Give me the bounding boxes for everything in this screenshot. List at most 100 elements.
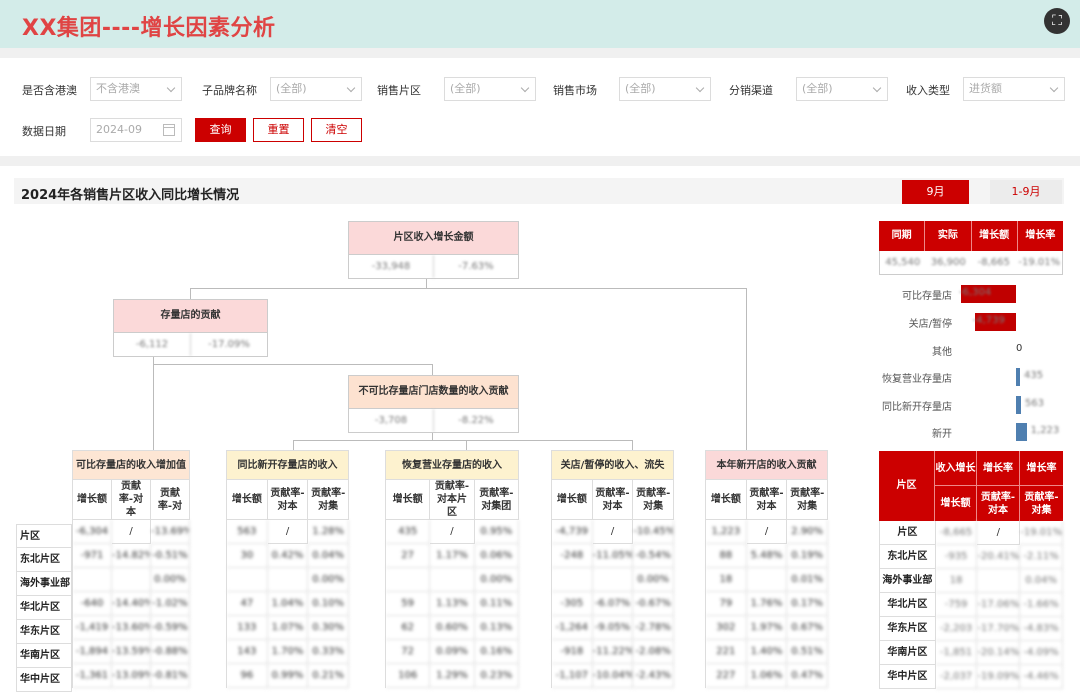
table-cell: -10.04%: [592, 664, 634, 688]
table-cell: -20.41%: [977, 545, 1021, 569]
table-row[interactable]: 563/1.28%: [226, 520, 350, 544]
sub-brand-select[interactable]: (全部): [270, 77, 362, 101]
table-cell: 96: [227, 664, 268, 688]
table-cell: 东北片区: [880, 545, 936, 569]
table-row[interactable]: 47 1.04% 0.10%: [226, 592, 350, 616]
table-cell: -0.67%: [633, 592, 675, 616]
table-row[interactable]: 106 1.29% 0.23%: [385, 664, 519, 688]
table-row[interactable]: 1,223/2.90%: [705, 520, 829, 544]
channel-select[interactable]: (全部): [796, 77, 888, 101]
table-row[interactable]: -918 -11.22% -2.08%: [551, 640, 675, 664]
summary-header: 增长额: [972, 221, 1018, 251]
table-row[interactable]: 62 0.60% 0.13%: [385, 616, 519, 640]
table-row[interactable]: -6,304/-13.69%: [72, 520, 190, 544]
table-row[interactable]: -640 -14.40% -1.02%: [72, 592, 190, 616]
table-row[interactable]: 435/0.95%: [385, 520, 519, 544]
node-noncomp-amount: -3,708: [374, 415, 408, 426]
table-cell: [73, 568, 112, 592]
connector-line: [153, 364, 433, 365]
table-row[interactable]: 59 1.13% 0.11%: [385, 592, 519, 616]
table-cell: /: [430, 520, 475, 544]
table-row[interactable]: -1,107 -10.04% -2.43%: [551, 664, 675, 688]
table-row[interactable]: -4,739/-10.45%: [551, 520, 675, 544]
table-cell: /: [746, 520, 788, 544]
table-row[interactable]: 221 1.40% 0.51%: [705, 640, 829, 664]
table-row[interactable]: 东北片区 -935 -20.41% -2.11%: [879, 545, 1063, 569]
table-row[interactable]: 0.00%: [551, 568, 675, 592]
sub-brand-label: 子品牌名称: [202, 84, 257, 97]
table-row[interactable]: 18 0.01%: [705, 568, 829, 592]
right-summary: 同期 实际 增长额 增长率 45,540 36,900 -8,665 -19.0…: [879, 221, 1063, 275]
table-cell: -305: [552, 592, 593, 616]
table-row[interactable]: 302 1.97% 0.67%: [705, 616, 829, 640]
table-row[interactable]: -248 -11.05% -0.54%: [551, 544, 675, 568]
category-col-header: 增长额: [73, 480, 112, 520]
bar-row: 新开 1,223: [878, 421, 1062, 443]
table-row[interactable]: 96 0.99% 0.21%: [226, 664, 350, 688]
table-row[interactable]: 0.00%: [72, 568, 190, 592]
table-row[interactable]: 30 0.42% 0.04%: [226, 544, 350, 568]
table-cell: -1,851: [935, 641, 978, 665]
table-row[interactable]: 海外事业部 18 0.04%: [879, 569, 1063, 593]
category-col-header: 贡献率-对: [151, 480, 190, 520]
table-row[interactable]: 79 1.76% 0.17%: [705, 592, 829, 616]
query-button[interactable]: 查询: [195, 118, 246, 142]
node-root[interactable]: 片区收入增长金额 -33,948 -7.63%: [348, 221, 519, 279]
summary-header: 实际: [925, 221, 972, 251]
rt-header-income: 收入增长: [935, 451, 976, 486]
data-date-label: 数据日期: [22, 125, 66, 138]
table-cell: 18: [706, 568, 747, 592]
node-stock-title: 存量店的贡献: [114, 300, 267, 332]
fullscreen-icon[interactable]: ⛶: [1044, 8, 1070, 34]
table-row[interactable]: 华东片区 -2,203 -17.70% -4.83%: [879, 617, 1063, 641]
table-row[interactable]: 华北片区 -759 -17.06% -1.66%: [879, 593, 1063, 617]
table-cell: 30: [227, 544, 268, 568]
hk-macao-select[interactable]: 不含港澳: [90, 77, 182, 101]
reset-button[interactable]: 重置: [253, 118, 304, 142]
table-cell: -13.59%: [112, 640, 151, 664]
connector-line: [190, 288, 746, 289]
clear-button[interactable]: 清空: [311, 118, 362, 142]
table-cell: 0.99%: [267, 664, 309, 688]
table-row[interactable]: 华南片区 -1,851 -20.14% -4.09%: [879, 641, 1063, 665]
table-row[interactable]: 27 1.17% 0.06%: [385, 544, 519, 568]
bar-value: 435: [1024, 370, 1044, 381]
table-row[interactable]: 72 0.09% 0.16%: [385, 640, 519, 664]
sales-region-select[interactable]: (全部): [444, 77, 536, 101]
table-row[interactable]: -1,419 -13.60% -0.59%: [72, 616, 190, 640]
tab-month[interactable]: 9月: [902, 180, 969, 204]
table-row[interactable]: 227 1.06% 0.47%: [705, 664, 829, 688]
table-cell: -1,894: [73, 640, 112, 664]
table-row[interactable]: 0.00%: [385, 568, 519, 592]
table-row[interactable]: -971 -14.82% -0.51%: [72, 544, 190, 568]
table-cell: 0.21%: [308, 664, 350, 688]
income-type-select[interactable]: 进货额: [963, 77, 1065, 101]
tab-ytd[interactable]: 1-9月: [990, 180, 1062, 204]
sales-market-select[interactable]: (全部): [619, 77, 711, 101]
table-row[interactable]: -1,894 -13.59% -0.88%: [72, 640, 190, 664]
summary-value: -8,665: [977, 257, 1010, 268]
table-row[interactable]: -1,361 -13.09% -0.81%: [72, 664, 190, 688]
table-row[interactable]: 片区 -8,665/-19.01%: [879, 521, 1063, 545]
table-row[interactable]: 华中片区 -2,037 -19.09% -4.46%: [879, 665, 1063, 689]
table-row[interactable]: 143 1.70% 0.33%: [226, 640, 350, 664]
table-cell: -918: [552, 640, 593, 664]
table-cell: 华中片区: [880, 665, 936, 689]
node-stock[interactable]: 存量店的贡献 -6,112 -17.09%: [113, 299, 268, 357]
table-row[interactable]: -1,264 -9.05% -2.78%: [551, 616, 675, 640]
table-cell: -0.81%: [151, 664, 190, 688]
table-row[interactable]: 88 5.48% 0.19%: [705, 544, 829, 568]
table-cell: 47: [227, 592, 268, 616]
node-noncomp[interactable]: 不可比存量店门店数量的收入贡献 -3,708 -8.22%: [348, 375, 519, 433]
table-cell: 1,223: [706, 520, 747, 544]
table-cell: 0.23%: [474, 664, 519, 688]
data-date-input[interactable]: 2024-09: [90, 118, 182, 142]
table-row[interactable]: -305 -6.07% -0.67%: [551, 592, 675, 616]
table-cell: 0.17%: [787, 592, 829, 616]
table-cell: 0.30%: [308, 616, 350, 640]
bar-label: 新开: [932, 429, 952, 440]
table-cell: 0.13%: [474, 616, 519, 640]
table-row[interactable]: 0.00%: [226, 568, 350, 592]
table-cell: [386, 568, 431, 592]
table-row[interactable]: 133 1.07% 0.30%: [226, 616, 350, 640]
